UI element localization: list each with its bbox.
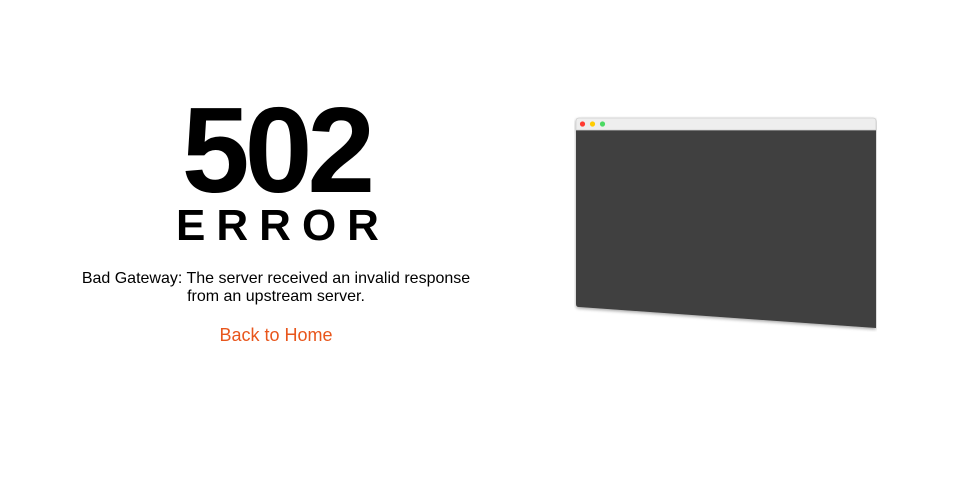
error-panel: 502 ERROR Bad Gateway: The server receiv… bbox=[76, 82, 476, 346]
browser-window-icon bbox=[575, 117, 877, 328]
window-body bbox=[576, 118, 876, 328]
error-message: Bad Gateway: The server received an inva… bbox=[81, 270, 471, 305]
error-code: 502 bbox=[181, 82, 376, 218]
error-heading: ERROR bbox=[176, 201, 390, 250]
back-to-home-link[interactable]: Back to Home bbox=[219, 324, 332, 346]
window-close-dot bbox=[579, 121, 586, 127]
window-titlebar bbox=[575, 117, 877, 131]
error-page: 502 ERROR Bad Gateway: The server receiv… bbox=[0, 0, 955, 496]
window-maximize-dot bbox=[599, 121, 606, 127]
window-minimize-dot bbox=[589, 121, 596, 127]
